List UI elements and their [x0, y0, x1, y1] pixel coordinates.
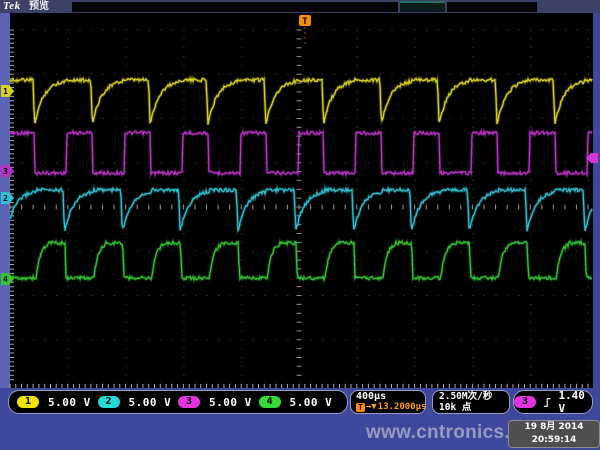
- trigger-readout[interactable]: 3 1.40 V: [513, 390, 593, 414]
- trigger-level: 1.40 V: [558, 389, 592, 415]
- channel2-scale: 5.00 V: [129, 396, 172, 409]
- channel4-scale: 5.00 V: [290, 396, 333, 409]
- trace-glow-ch3: [10, 131, 592, 174]
- channel1-scale: 5.00 V: [48, 396, 91, 409]
- trace-ch3: [10, 131, 592, 174]
- channel1-badge[interactable]: 1: [17, 396, 39, 408]
- trigger-position-arrows-icon: →▼: [366, 403, 377, 412]
- channel2-badge[interactable]: 2: [98, 396, 120, 408]
- datetime-box: 19 8月 2014 20:59:14: [508, 420, 600, 448]
- trigger-source-badge[interactable]: 3: [514, 396, 536, 408]
- channel1-marker-label: 1: [3, 87, 8, 96]
- record-length: 10k 点: [439, 403, 471, 413]
- waveform-plot: 3 1 2 4 T: [0, 0, 600, 450]
- channel2-marker-label: 2: [3, 194, 8, 203]
- channel3-readout[interactable]: 3 5.00 V: [178, 396, 259, 409]
- date-label: 19 8月 2014: [509, 421, 599, 434]
- trigger-position-t-label: T: [302, 17, 308, 27]
- trigger-t-badge-icon: T: [356, 403, 365, 412]
- channel1-readout[interactable]: 1 5.00 V: [17, 396, 98, 409]
- trigger-position-value: 13.2000μs: [378, 403, 427, 412]
- acquisition-mode-label: 预览: [29, 0, 49, 13]
- top-bar: Tek 预览: [0, 0, 600, 13]
- time-label: 20:59:14: [509, 434, 599, 447]
- timebase-scale: 400μs: [356, 392, 386, 402]
- channel3-marker-label: 3: [3, 167, 8, 176]
- timebase-readout[interactable]: 400μs T →▼ 13.2000μs: [350, 390, 426, 414]
- menu-bar-strip-2: [447, 2, 537, 12]
- rising-edge-icon: [543, 396, 551, 409]
- menu-bar-strip: [72, 2, 398, 12]
- acquisition-readout[interactable]: 2.50M次/秒 10k 点: [432, 390, 510, 414]
- oscilloscope-display: 3 1 2 4 T Tek 预览 1 5.00 V 2 5.00 V 3 5.00 V …: [0, 0, 600, 450]
- channel-readouts[interactable]: 1 5.00 V 2 5.00 V 3 5.00 V 4 5.00 V: [8, 390, 348, 414]
- menu-bar-indicator: [400, 1, 445, 12]
- channel4-marker-label: 4: [3, 275, 8, 284]
- tek-logo: Tek: [3, 0, 21, 13]
- channel2-readout[interactable]: 2 5.00 V: [98, 396, 179, 409]
- channel4-badge[interactable]: 4: [259, 396, 281, 408]
- channel3-scale: 5.00 V: [209, 396, 252, 409]
- trigger-position-readout: T →▼ 13.2000μs: [356, 403, 426, 412]
- channel3-badge[interactable]: 3: [178, 396, 200, 408]
- sample-rate: 2.50M次/秒: [439, 392, 492, 402]
- channel4-readout[interactable]: 4 5.00 V: [259, 396, 340, 409]
- trace-glow-ch1: [10, 78, 592, 124]
